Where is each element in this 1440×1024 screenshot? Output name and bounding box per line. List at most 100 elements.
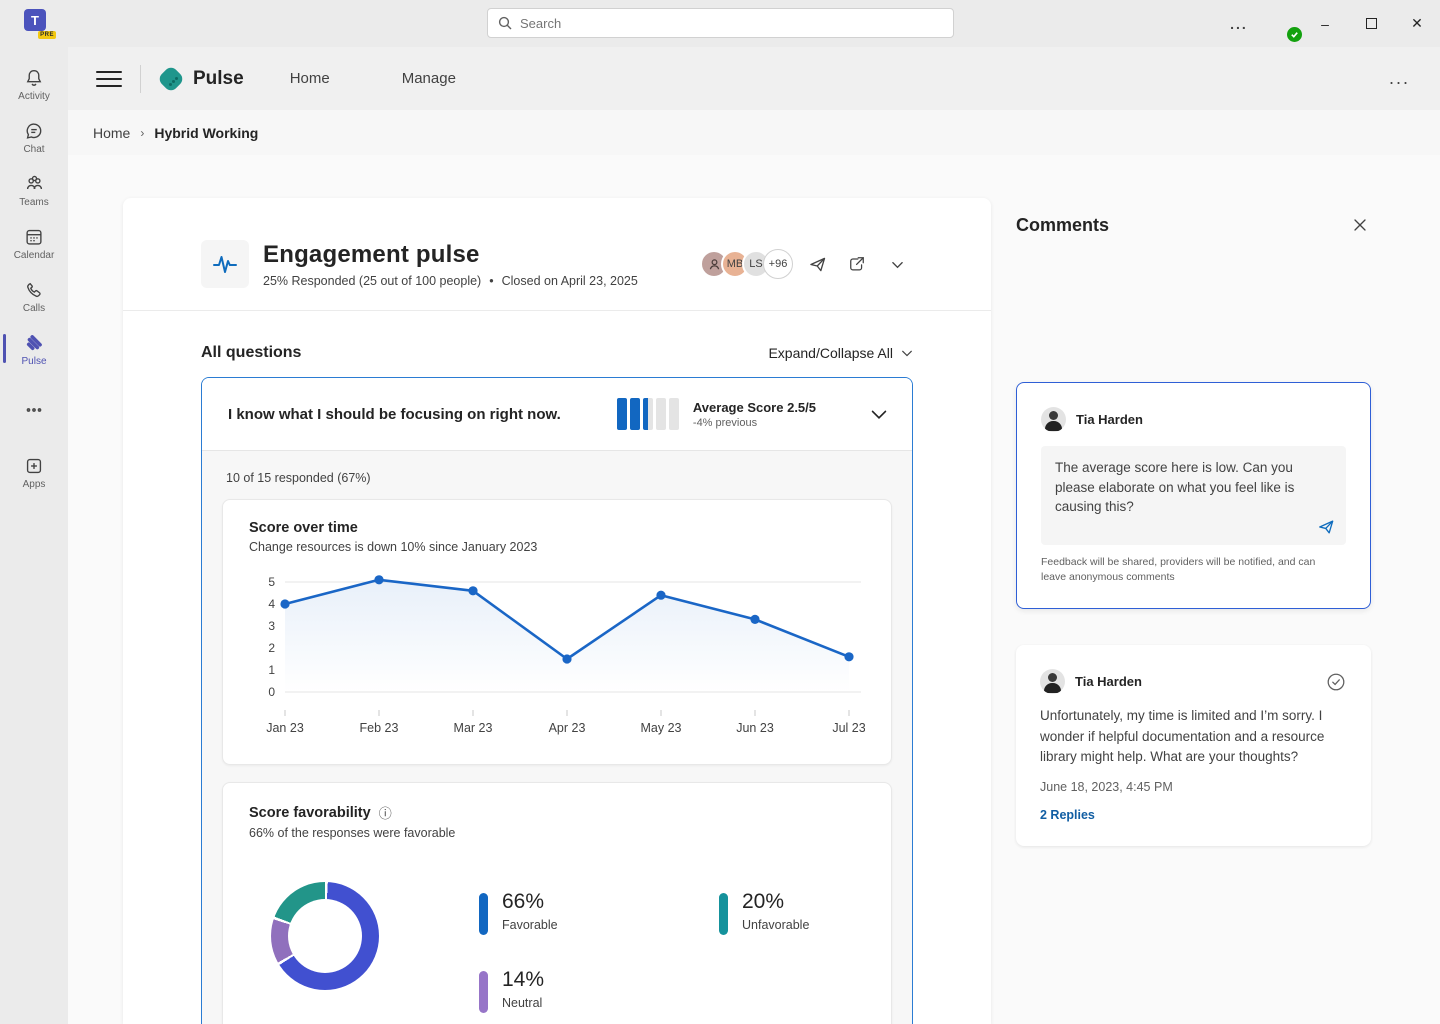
- app-rail: Activity Chat Teams Calendar Calls Pulse: [0, 47, 68, 1024]
- header-expand-button[interactable]: [881, 248, 913, 280]
- neutral-label: Neutral: [502, 996, 543, 1010]
- search-input[interactable]: [520, 15, 943, 31]
- comments-panel: Comments Tia Harden The average score he…: [991, 155, 1440, 1024]
- comment-body: Unfortunately, my time is limited and I’…: [1040, 708, 1325, 764]
- replies-link[interactable]: 2 Replies: [1040, 808, 1347, 822]
- apps-icon: [26, 458, 42, 474]
- svg-text:0: 0: [268, 685, 275, 699]
- pulse-app-icon: [26, 335, 42, 351]
- pulse-logo-icon: [156, 64, 186, 93]
- ellipsis-icon: [26, 408, 42, 412]
- sidebar-label: Calendar: [13, 250, 55, 261]
- send-button[interactable]: [801, 248, 833, 280]
- tab-home[interactable]: Home: [290, 70, 330, 87]
- comment-textarea[interactable]: [1055, 458, 1332, 532]
- chevron-down-icon: [891, 261, 903, 268]
- comment-input-box[interactable]: [1041, 446, 1346, 545]
- favorable-label: Favorable: [502, 918, 558, 932]
- score-bars: [616, 398, 679, 430]
- breadcrumb-home-link[interactable]: Home: [93, 125, 130, 141]
- sidebar-item-calendar[interactable]: Calendar: [0, 218, 68, 271]
- search-bar[interactable]: [487, 8, 954, 38]
- svg-text:Jan 23: Jan 23: [266, 721, 304, 735]
- svg-text:Jul 23: Jul 23: [832, 721, 865, 735]
- sidebar-label: Chat: [23, 144, 45, 155]
- hamburger-menu-icon[interactable]: [96, 70, 122, 87]
- comment-send-button[interactable]: [1316, 517, 1336, 537]
- breadcrumb-current: Hybrid Working: [154, 124, 259, 141]
- people-icon: [26, 175, 42, 190]
- score-favorability-card: Score favorability ⓘ 66% of the response…: [222, 782, 892, 1024]
- search-icon: [498, 16, 512, 30]
- favorability-legend: 66% Favorable 20% Unfavorable 14% Neutra…: [479, 890, 912, 1024]
- sidebar-item-pulse[interactable]: Pulse: [0, 324, 68, 377]
- question-responded-text: 10 of 15 responded (67%): [226, 471, 371, 485]
- chevron-down-icon: [871, 410, 887, 420]
- survey-closed-text: Closed on April 23, 2025: [501, 273, 638, 288]
- unfavorable-label: Unfavorable: [742, 918, 810, 932]
- resolve-comment-button[interactable]: [1325, 671, 1347, 693]
- score-over-time-chart: 5 4 3 2 1 0 Jan 23 Feb 23 Mar 23 Apr 23 May 23 Jun …: [266, 575, 865, 735]
- sidebar-label: Calls: [22, 303, 46, 314]
- score-over-time-title: Score over time: [249, 520, 358, 536]
- score-bar-segment: [642, 398, 653, 430]
- info-icon[interactable]: ⓘ: [379, 803, 392, 822]
- tab-manage[interactable]: Manage: [402, 70, 456, 87]
- avatar-overflow: +96: [763, 249, 793, 279]
- title-bar: T PRE ... – ✕: [0, 0, 1440, 47]
- calendar-icon: [26, 229, 42, 245]
- svg-text:2: 2: [268, 641, 275, 655]
- sidebar-item-chat[interactable]: Chat: [0, 112, 68, 165]
- breadcrumb: Home › Hybrid Working: [68, 110, 1440, 155]
- maximize-button[interactable]: [1348, 0, 1394, 47]
- comment-author: Tia Harden: [1076, 412, 1143, 427]
- chat-icon: [26, 123, 42, 139]
- sidebar-item-activity[interactable]: Activity: [0, 59, 68, 112]
- sidebar-item-teams[interactable]: Teams: [0, 165, 68, 218]
- svg-text:4: 4: [268, 597, 275, 611]
- bell-icon: [26, 69, 42, 86]
- favorability-title: Score favorability: [249, 804, 371, 821]
- sidebar-label: Apps: [22, 479, 46, 490]
- survey-card: Engagement pulse 25% Responded (25 out o…: [123, 198, 991, 1024]
- close-button[interactable]: ✕: [1394, 0, 1440, 47]
- unfavorable-pct: 20%: [742, 890, 785, 913]
- svg-text:May 23: May 23: [641, 721, 682, 735]
- svg-text:Apr 23: Apr 23: [549, 721, 586, 735]
- score-bar-segment: [655, 398, 666, 430]
- svg-text:3: 3: [268, 619, 275, 633]
- neutral-pct: 14%: [502, 968, 545, 991]
- chevron-down-icon: [902, 350, 912, 357]
- titlebar-more-button[interactable]: ...: [1216, 0, 1262, 47]
- teams-logo-icon: T PRE: [24, 9, 56, 39]
- app-more-button[interactable]: ...: [1389, 68, 1410, 89]
- sidebar-item-apps[interactable]: Apps: [0, 447, 68, 500]
- svg-text:Jun 23: Jun 23: [736, 721, 774, 735]
- favorability-donut-chart: [271, 882, 379, 990]
- send-icon: [1319, 520, 1334, 534]
- survey-header: Engagement pulse 25% Responded (25 out o…: [201, 240, 913, 288]
- svg-text:Feb 23: Feb 23: [360, 721, 399, 735]
- comments-close-button[interactable]: [1349, 214, 1371, 236]
- minimize-button[interactable]: –: [1302, 0, 1348, 47]
- app-title: Pulse: [193, 67, 244, 89]
- score-bar-segment: [629, 398, 640, 430]
- legend-swatch-unfavorable: [719, 893, 728, 935]
- expand-collapse-all-button[interactable]: Expand/Collapse All: [768, 345, 913, 361]
- share-button[interactable]: [841, 248, 873, 280]
- checkmark-circle-icon: [1327, 673, 1345, 691]
- score-bar-segment: [668, 398, 679, 430]
- legend-item-favorable: 66% Favorable: [479, 890, 719, 968]
- sidebar-label: Pulse: [21, 356, 47, 367]
- sidebar-item-more[interactable]: [0, 391, 68, 433]
- sidebar-item-calls[interactable]: Calls: [0, 271, 68, 324]
- question-accordion-header[interactable]: I know what I should be focusing on righ…: [202, 378, 912, 451]
- sidebar-label: Activity: [18, 91, 50, 102]
- question-collapse-button[interactable]: [870, 405, 888, 423]
- legend-item-unfavorable: 20% Unfavorable: [719, 890, 912, 968]
- score-over-time-subtitle: Change resources is down 10% since Janua…: [249, 540, 538, 554]
- sidebar-label: Teams: [19, 197, 49, 208]
- score-delta-label: -4% previous: [692, 416, 758, 429]
- participant-avatars[interactable]: MB LS +96: [700, 249, 793, 279]
- phone-icon: [27, 282, 41, 298]
